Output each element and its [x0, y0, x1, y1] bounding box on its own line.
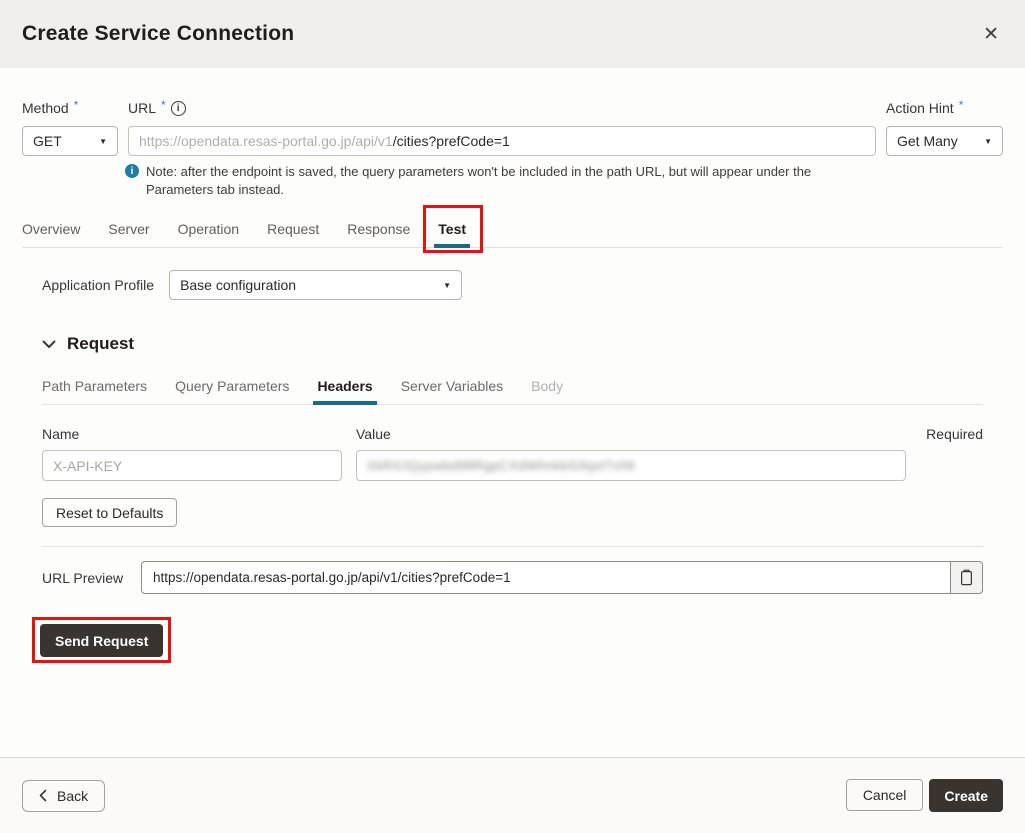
create-button[interactable]: Create	[929, 779, 1003, 812]
tab-response[interactable]: Response	[333, 207, 424, 247]
obscured-api-key: XkR4JQypwbd98RgpCXdWhnkbS3qxt7v09	[367, 458, 635, 473]
required-marker: *	[74, 97, 79, 114]
header-name-input[interactable]: X-API-KEY	[42, 450, 342, 481]
url-preview-input[interactable]: https://opendata.resas-portal.go.jp/api/…	[141, 561, 951, 594]
tab-server[interactable]: Server	[94, 207, 163, 247]
close-icon[interactable]: ✕	[979, 21, 1003, 48]
endpoint-form-row: Method * GET ▼ URL * i https://opendata.…	[22, 100, 1003, 156]
tab-test[interactable]: Test	[424, 207, 480, 247]
url-input-path: /cities?prefCode=1	[393, 133, 510, 149]
column-header-value: Value	[356, 426, 912, 442]
tab-request[interactable]: Request	[253, 207, 333, 247]
column-header-required: Required	[926, 426, 983, 442]
tab-test-label: Test	[438, 221, 466, 237]
required-marker: *	[959, 97, 964, 114]
headers-table-header: Name Value Required	[42, 426, 983, 442]
chevron-left-icon	[39, 789, 47, 802]
tab-overview[interactable]: Overview	[22, 207, 94, 247]
header-value-input[interactable]: XkR4JQypwbd98RgpCXdWhnkbS3qxt7v09	[356, 450, 906, 481]
required-marker: *	[161, 97, 166, 114]
subtab-body: Body	[517, 364, 577, 404]
action-hint-label: Action Hint *	[886, 100, 1003, 117]
action-hint-select-value: Get Many	[897, 133, 958, 149]
subtab-server-variables[interactable]: Server Variables	[387, 364, 517, 404]
clipboard-icon	[959, 569, 974, 586]
method-select-value: GET	[33, 133, 62, 149]
dialog-header: Create Service Connection ✕	[0, 0, 1025, 68]
chevron-down-icon: ▼	[976, 137, 992, 146]
subtab-path-parameters[interactable]: Path Parameters	[42, 364, 161, 404]
url-input-prefix: https://opendata.resas-portal.go.jp/api/…	[139, 133, 393, 149]
back-button-label: Back	[57, 788, 88, 804]
method-label: Method *	[22, 100, 118, 117]
cancel-button[interactable]: Cancel	[846, 779, 924, 811]
test-tab-panel: Application Profile Base configuration ▼…	[22, 270, 1003, 657]
send-request-button[interactable]: Send Request	[40, 624, 163, 657]
method-select[interactable]: GET ▼	[22, 126, 118, 156]
page-title: Create Service Connection	[22, 22, 294, 46]
header-row: X-API-KEY XkR4JQypwbd98RgpCXdWhnkbS3qxt7…	[42, 450, 983, 481]
url-preview-label: URL Preview	[42, 570, 141, 586]
request-section-title: Request	[67, 334, 134, 354]
create-service-connection-dialog: Create Service Connection ✕ Method * GET…	[0, 0, 1025, 833]
info-icon: i	[125, 164, 139, 178]
url-preview-row: URL Preview https://opendata.resas-porta…	[42, 561, 983, 594]
url-label: URL * i	[128, 100, 876, 117]
note-text: Note: after the endpoint is saved, the q…	[146, 163, 846, 199]
reset-to-defaults-button[interactable]: Reset to Defaults	[42, 498, 177, 527]
main-tabs: Overview Server Operation Request Respon…	[22, 207, 1003, 248]
action-hint-select[interactable]: Get Many ▼	[886, 126, 1003, 156]
application-profile-select[interactable]: Base configuration ▼	[169, 270, 462, 300]
dialog-body: Method * GET ▼ URL * i https://opendata.…	[0, 68, 1025, 757]
column-header-name: Name	[42, 426, 342, 442]
chevron-down-icon: ▼	[91, 137, 107, 146]
url-input[interactable]: https://opendata.resas-portal.go.jp/api/…	[128, 126, 876, 156]
tab-operation[interactable]: Operation	[164, 207, 253, 247]
divider	[42, 546, 983, 547]
request-subtabs: Path Parameters Query Parameters Headers…	[42, 364, 983, 405]
endpoint-note: i Note: after the endpoint is saved, the…	[125, 163, 1003, 199]
copy-button[interactable]	[950, 561, 983, 594]
dialog-footer: Back Cancel Create	[0, 757, 1025, 833]
request-section-toggle[interactable]: Request	[42, 334, 983, 354]
chevron-down-icon: ▼	[435, 281, 451, 290]
info-icon[interactable]: i	[171, 101, 186, 116]
subtab-headers[interactable]: Headers	[303, 364, 386, 404]
back-button[interactable]: Back	[22, 780, 105, 812]
subtab-query-parameters[interactable]: Query Parameters	[161, 364, 303, 404]
application-profile-label: Application Profile	[42, 277, 154, 293]
chevron-down-icon	[42, 340, 56, 349]
application-profile-value: Base configuration	[180, 277, 296, 293]
application-profile-row: Application Profile Base configuration ▼	[42, 270, 983, 300]
